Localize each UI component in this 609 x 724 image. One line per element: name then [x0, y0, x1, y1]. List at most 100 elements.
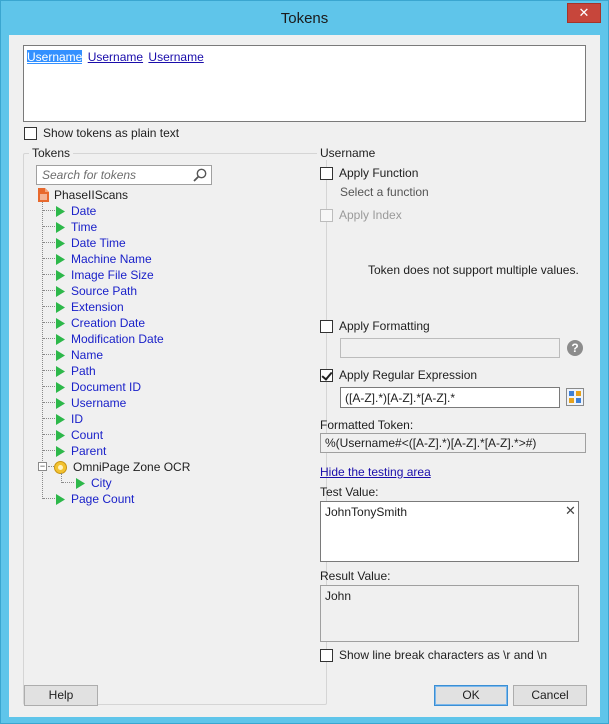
tree-connector [43, 434, 55, 435]
tree-item-token[interactable]: Document ID [56, 380, 141, 394]
test-value-input[interactable]: JohnTonySmith [320, 501, 579, 562]
tree-item-label: Document ID [71, 380, 142, 394]
tree-connector [43, 306, 55, 307]
token-link[interactable]: Username [88, 50, 143, 64]
token-link[interactable]: Username [148, 50, 203, 64]
show-plain-text-checkbox[interactable] [24, 126, 37, 140]
tree-connector [43, 338, 55, 339]
window-title: Tokens [280, 10, 329, 27]
apply-regex-checkbox[interactable] [320, 368, 333, 382]
tree-connector [43, 210, 55, 211]
token-triangle-icon [56, 317, 65, 329]
regex-builder-button[interactable] [566, 388, 584, 406]
tree-item-token[interactable]: Count [56, 428, 103, 442]
show-plain-text-label: Show tokens as plain text [43, 126, 180, 140]
tree-root-phaseiiscans[interactable]: PhaseIIScans [38, 188, 128, 202]
hide-testing-area-link[interactable]: Hide the testing area [320, 465, 431, 479]
clear-test-value-icon[interactable]: ✕ [565, 503, 576, 519]
tree-item-label: ID [71, 412, 83, 426]
tree-item-token[interactable]: Time [56, 220, 97, 234]
tree-item-token[interactable]: Modification Date [56, 332, 164, 346]
zone-collapse-toggle[interactable]: − [38, 462, 47, 471]
token-triangle-icon [56, 493, 65, 505]
tree-item-token[interactable]: Parent [56, 444, 106, 458]
token-triangle-icon [56, 205, 65, 217]
tree-connector [43, 370, 55, 371]
formatting-input [340, 338, 560, 358]
tree-item-label: Parent [71, 444, 107, 458]
tree-item-label: Source Path [71, 284, 138, 298]
tree-connector [43, 322, 55, 323]
tree-item-token[interactable]: Page Count [56, 492, 134, 506]
apply-function-row[interactable]: Apply Function [320, 166, 418, 180]
token-search-input[interactable] [37, 166, 187, 184]
username-group-title: Username [317, 146, 379, 160]
tree-item-token[interactable]: Image File Size [56, 268, 154, 282]
tokens-group-title: Tokens [29, 146, 74, 160]
apply-function-checkbox[interactable] [320, 166, 333, 180]
tree-item-label: Count [71, 428, 104, 442]
select-function-hint: Select a function [340, 185, 429, 199]
title-bar[interactable]: Tokens ✕ [1, 1, 608, 35]
tree-item-token[interactable]: Source Path [56, 284, 137, 298]
tree-item-token[interactable]: Name [56, 348, 103, 362]
tree-item-token[interactable]: Creation Date [56, 316, 145, 330]
tree-item-label: Extension [71, 300, 124, 314]
tree-item-token[interactable]: Extension [56, 300, 124, 314]
token-link[interactable]: Username [27, 50, 83, 64]
apply-formatting-checkbox[interactable] [320, 319, 333, 333]
token-triangle-icon [56, 445, 65, 457]
show-plain-text-row[interactable]: Show tokens as plain text [24, 126, 179, 140]
token-search-box[interactable] [36, 165, 212, 185]
formatting-help-icon[interactable]: ? [567, 340, 583, 356]
token-triangle-icon [56, 253, 65, 265]
search-icon[interactable] [193, 168, 207, 182]
cancel-button[interactable]: Cancel [513, 685, 587, 706]
tree-root-label: PhaseIIScans [54, 188, 129, 202]
tree-item-token[interactable]: Machine Name [56, 252, 152, 266]
tree-connector [43, 258, 55, 259]
regex-input[interactable]: ([A-Z].*)[A-Z].*[A-Z].* [340, 387, 560, 408]
token-triangle-icon [56, 397, 65, 409]
token-triangle-icon [56, 381, 65, 393]
close-button[interactable]: ✕ [567, 3, 601, 23]
line-break-row[interactable]: Show line break characters as \r and \n [320, 648, 547, 662]
token-triangle-icon [56, 285, 65, 297]
tree-node-omnipage-zone[interactable]: OmniPage Zone OCR [54, 460, 190, 474]
apply-regex-row[interactable]: Apply Regular Expression [320, 368, 477, 382]
line-break-checkbox[interactable] [320, 648, 333, 662]
apply-function-label: Apply Function [339, 166, 419, 180]
token-triangle-icon [56, 365, 65, 377]
help-button[interactable]: Help [24, 685, 98, 706]
result-value-box: John [320, 585, 579, 642]
token-triangle-icon [56, 333, 65, 345]
tree-connector [43, 274, 55, 275]
tree-item-label: Username [71, 396, 127, 410]
multiple-values-note: Token does not support multiple values. [368, 263, 579, 277]
tree-item-label: Name [71, 348, 104, 362]
ok-button[interactable]: OK [434, 685, 508, 706]
token-triangle-icon [56, 429, 65, 441]
tree-item-token[interactable]: Username [56, 396, 126, 410]
result-value-label: Result Value: [320, 569, 391, 583]
tree-item-zone-child[interactable]: City [76, 476, 112, 490]
apply-regex-label: Apply Regular Expression [339, 368, 478, 382]
tree-item-label: Time [71, 220, 98, 234]
token-triangle-icon [56, 301, 65, 313]
tree-connector [62, 482, 74, 483]
tree-item-token[interactable]: Path [56, 364, 96, 378]
apply-index-label: Apply Index [339, 208, 402, 222]
regex-builder-icon [569, 391, 581, 403]
test-value-label: Test Value: [320, 485, 379, 499]
apply-formatting-row[interactable]: Apply Formatting [320, 319, 430, 333]
tree-connector [43, 450, 55, 451]
formatted-token-value: %(Username#<([A-Z].*)[A-Z].*[A-Z].*>#) [320, 433, 586, 453]
tree-item-token[interactable]: ID [56, 412, 83, 426]
tree-connector [61, 473, 62, 483]
token-triangle-icon [56, 221, 65, 233]
tree-connector [43, 290, 55, 291]
tree-connector [43, 242, 55, 243]
tree-item-token[interactable]: Date Time [56, 236, 126, 250]
tree-item-token[interactable]: Date [56, 204, 96, 218]
token-expression-box[interactable]: Username Username Username [23, 45, 586, 122]
